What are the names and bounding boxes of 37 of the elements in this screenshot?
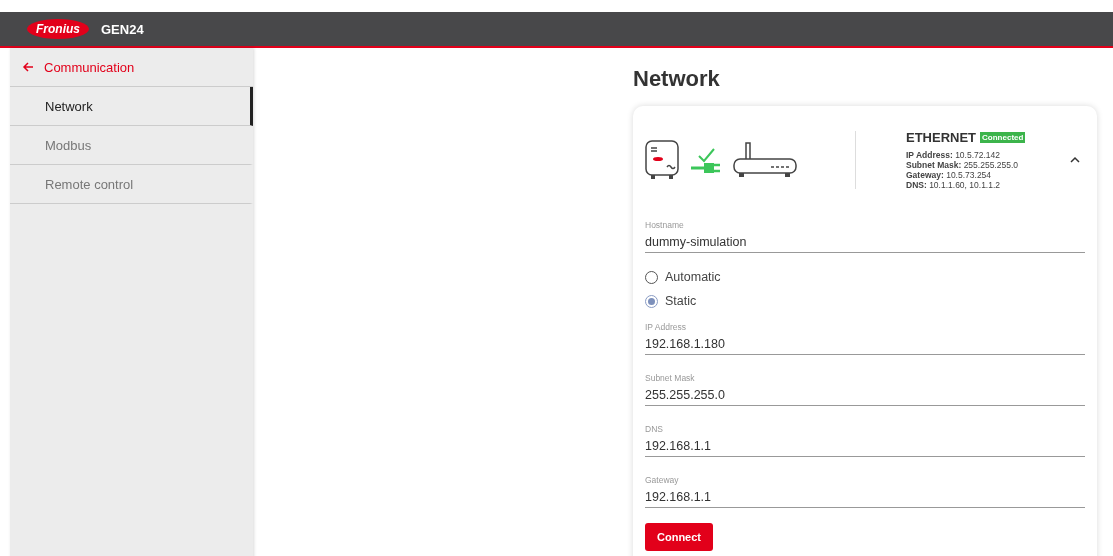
brand-logo: Fronius: [27, 19, 89, 39]
radio-option[interactable]: Automatic: [645, 265, 1085, 289]
back-link[interactable]: Communication: [10, 48, 253, 87]
back-link-label: Communication: [44, 59, 135, 75]
product-name: GEN24: [101, 21, 144, 37]
field-value: 192.168.1.1: [645, 490, 713, 504]
sidebar-item[interactable]: Network: [10, 87, 253, 126]
field-label: Hostname: [645, 220, 685, 230]
field-label: Gateway: [645, 475, 680, 485]
connect-button[interactable]: Connect: [645, 523, 713, 551]
status-badge: Connected: [980, 132, 1026, 143]
field-value: dummy-simulation: [645, 235, 748, 249]
page-title: Network: [633, 66, 721, 92]
field-value: 192.168.1.1: [645, 439, 713, 453]
sidebar-item[interactable]: Modbus: [10, 126, 253, 165]
connection-detail: IP Address: 10.5.72.142: [906, 150, 1002, 160]
field-label: IP Address: [645, 322, 687, 332]
input-field[interactable]: DNS 192.168.1.1: [645, 424, 1085, 457]
back-arrow-icon: [22, 61, 34, 73]
field-label: DNS: [645, 424, 664, 434]
sidebar-item[interactable]: Remote control: [10, 165, 253, 204]
input-field[interactable]: Gateway 192.168.1.1: [645, 475, 1085, 508]
connection-detail: Subnet Mask: 255.255.255.0: [906, 160, 1019, 170]
connection-title: ETHERNET: [906, 130, 977, 145]
input-field[interactable]: IP Address 192.168.1.180: [645, 322, 1085, 355]
connection-detail: DNS: 10.1.1.60, 10.1.1.2: [906, 180, 1002, 190]
router-icon: [733, 141, 797, 179]
field-label: Subnet Mask: [645, 373, 696, 383]
hostname-field[interactable]: Hostname dummy-simulation: [645, 220, 1085, 253]
connection-detail: Gateway: 10.5.73.254: [906, 170, 993, 180]
field-value: 192.168.1.180: [645, 337, 726, 351]
input-field[interactable]: Subnet Mask 255.255.255.0: [645, 373, 1085, 406]
radio-option[interactable]: Static: [645, 289, 1085, 313]
radio-label: Static: [665, 294, 697, 308]
radio-label: Automatic: [665, 270, 721, 284]
field-value: 255.255.255.0: [645, 388, 726, 402]
inverter-icon: [645, 140, 679, 180]
